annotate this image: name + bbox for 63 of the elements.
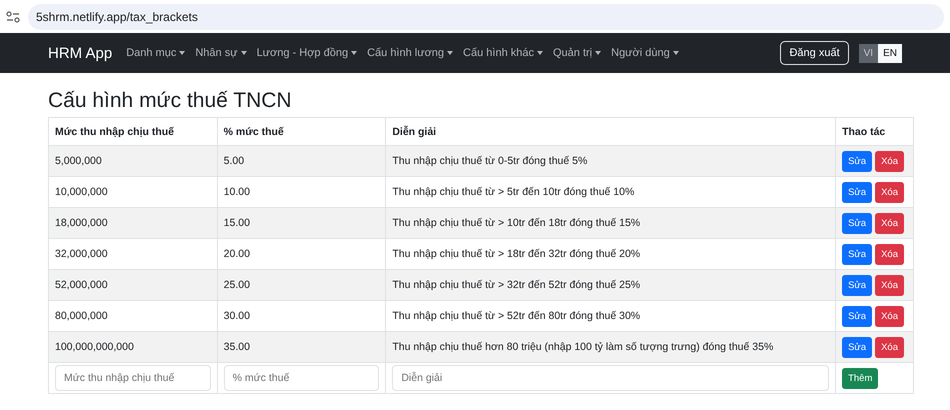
column-header: Diễn giải xyxy=(386,118,836,146)
table-cell: 5,000,000 xyxy=(48,146,218,176)
edit-button[interactable]: Sửa xyxy=(842,336,872,358)
table-cell: 35.00 xyxy=(217,332,386,362)
nav-menu[interactable]: Danh mục xyxy=(126,47,186,59)
table-cell: 32,000,000 xyxy=(48,238,218,270)
table-cell: 10.00 xyxy=(217,176,386,208)
table-cell: Thu nhập chịu thuế từ > 52tr đến 80tr đóng thuế 30% xyxy=(386,300,836,332)
caret-icon xyxy=(595,51,602,55)
table-cell: 5.00 xyxy=(217,146,386,176)
rate-field[interactable]: % mức thuế xyxy=(224,365,380,391)
caret-icon xyxy=(536,51,543,55)
nav-menu[interactable]: Nhân sự xyxy=(195,47,247,59)
language-toggle[interactable]: VI xyxy=(858,44,878,62)
table-cell: 15.00 xyxy=(217,208,386,238)
edit-button[interactable]: Sửa xyxy=(842,212,872,234)
delete-button[interactable]: Xóa xyxy=(875,182,904,202)
page-title: Cấu hình mức thuế TNCN xyxy=(48,89,293,113)
table-cell: 80,000,000 xyxy=(48,300,218,332)
table-cell: Thu nhập chịu thuế từ > 18tr đến 32tr đóng thuế 20% xyxy=(386,238,836,270)
table-cell: Thu nhập chịu thuế từ 0-5tr đóng thuế 5% xyxy=(386,146,836,176)
logout-button[interactable]: Đăng xuất xyxy=(780,41,849,65)
caret-icon xyxy=(351,51,358,55)
delete-button[interactable]: Xóa xyxy=(875,306,904,326)
edit-button[interactable]: Sửa xyxy=(842,306,872,326)
site-settings-icon[interactable] xyxy=(6,10,20,22)
nav-menu[interactable]: Người dùng xyxy=(611,47,679,59)
table-cell: 20.00 xyxy=(217,238,386,270)
nav-menu[interactable]: Lương - Hợp đồng xyxy=(256,47,358,59)
delete-button[interactable]: Xóa xyxy=(875,212,904,234)
table-cell: Thu nhập chịu thuế từ > 5tr đến 10tr đóng thuế 10% xyxy=(386,176,836,208)
caret-icon xyxy=(240,51,247,55)
address-bar[interactable]: 5shrm.netlify.app/tax_brackets xyxy=(28,4,944,30)
brand-link[interactable]: HRM App xyxy=(48,44,112,62)
table-cell: 30.00 xyxy=(217,300,386,332)
edit-button[interactable]: Sửa xyxy=(842,244,872,264)
delete-button[interactable]: Xóa xyxy=(875,150,904,172)
description-field[interactable]: Diễn giải xyxy=(392,365,830,391)
edit-button[interactable]: Sửa xyxy=(842,182,872,202)
delete-button[interactable]: Xóa xyxy=(875,336,904,358)
table-cell: 100,000,000,000 xyxy=(48,332,218,362)
caret-icon xyxy=(179,51,186,55)
table-cell: Thu nhập chịu thuế hơn 80 triệu (nhập 100 tỷ làm số tượng trưng) đóng thuế 35% xyxy=(386,332,836,362)
edit-button[interactable]: Sửa xyxy=(842,274,872,296)
table-cell: 18,000,000 xyxy=(48,208,218,238)
column-header: % mức thuế xyxy=(217,118,386,146)
table-cell: Thu nhập chịu thuế từ > 32tr đến 52tr đóng thuế 25% xyxy=(386,270,836,300)
column-header: Mức thu nhập chịu thuế xyxy=(48,118,218,146)
edit-button[interactable]: Sửa xyxy=(842,150,872,172)
nav-menu[interactable]: Quản trị xyxy=(552,47,602,59)
nav-menu[interactable]: Cấu hình lương xyxy=(367,47,454,59)
table-cell: 10,000,000 xyxy=(48,176,218,208)
language-toggle[interactable]: EN xyxy=(878,44,902,62)
table-cell: 25.00 xyxy=(217,270,386,300)
income-field[interactable]: Mức thu nhập chịu thuế xyxy=(55,365,211,391)
add-button[interactable]: Thêm xyxy=(842,368,878,388)
caret-icon xyxy=(447,51,454,55)
table-cell: 52,000,000 xyxy=(48,270,218,300)
caret-icon xyxy=(672,51,679,55)
table-cell: Thu nhập chịu thuế từ > 10tr đến 18tr đóng thuế 15% xyxy=(386,208,836,238)
nav-menu[interactable]: Cấu hình khác xyxy=(463,47,543,59)
delete-button[interactable]: Xóa xyxy=(875,274,904,296)
delete-button[interactable]: Xóa xyxy=(875,244,904,264)
